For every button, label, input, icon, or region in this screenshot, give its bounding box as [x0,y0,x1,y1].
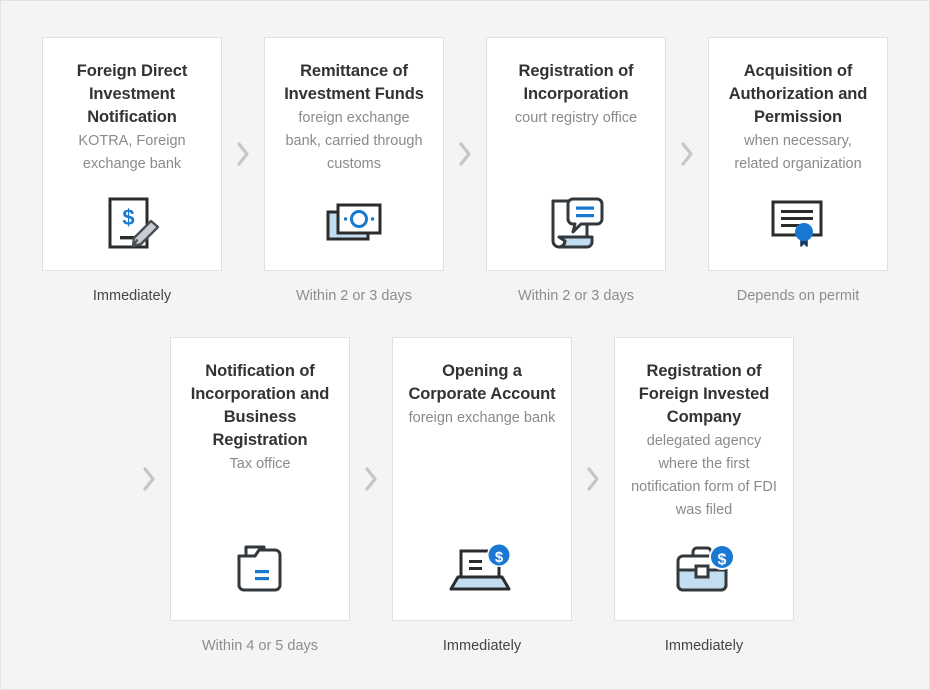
step-icon-wrap [265,194,443,256]
diagram-canvas: Foreign Direct Investment Notification K… [0,0,930,690]
step-icon-wrap: $ [393,540,571,602]
step-duration-caption: Immediately [665,637,743,655]
process-step-acquisition-of-authorization-and-permission[interactable]: Acquisition of Authorization and Permiss… [707,37,889,305]
process-step-notification-of-incorporation-and-business-registration[interactable]: Notification of Incorporation and Busine… [169,337,351,655]
step-subtitle: when necessary, related organization [721,130,875,176]
step-icon-wrap [171,540,349,602]
step-icon-wrap: $ [43,194,221,256]
process-step-remittance-of-investment-funds[interactable]: Remittance of Investment Funds foreign e… [263,37,445,305]
step-card[interactable]: Registration of Incorporation court regi… [486,37,666,271]
process-row-2: Notification of Incorporation and Busine… [129,337,795,655]
step-subtitle: foreign exchange bank [407,407,558,430]
briefcase-dollar-badge-icon: $ [671,540,737,603]
step-card[interactable]: Acquisition of Authorization and Permiss… [708,37,888,271]
svg-text:$: $ [495,549,504,566]
step-title: Opening a Corporate Account [405,360,559,406]
chevron-right-icon [445,37,485,271]
step-card[interactable]: Remittance of Investment Funds foreign e… [264,37,444,271]
chevron-right-icon [573,337,613,621]
process-step-opening-a-corporate-account[interactable]: Opening a Corporate Account foreign exch… [391,337,573,655]
step-card[interactable]: Notification of Incorporation and Busine… [170,337,350,621]
banknotes-icon [323,198,385,253]
process-step-registration-of-incorporation[interactable]: Registration of Incorporation court regi… [485,37,667,305]
process-step-foreign-direct-investment-notification[interactable]: Foreign Direct Investment Notification K… [41,37,223,305]
chevron-right-icon [667,37,707,271]
step-duration-caption: Within 4 or 5 days [202,637,318,655]
step-title: Acquisition of Authorization and Permiss… [721,60,875,129]
step-subtitle: KOTRA, Foreign exchange bank [55,130,209,176]
step-card[interactable]: Foreign Direct Investment Notification K… [42,37,222,271]
step-icon-wrap: $ [615,540,793,602]
laptop-dollar-badge-icon: $ [449,541,515,602]
step-subtitle: court registry office [513,107,639,130]
step-duration-caption: Immediately [93,287,171,305]
step-title: Registration of Incorporation [499,60,653,106]
folder-document-icon [233,540,287,603]
process-row-1: Foreign Direct Investment Notification K… [41,37,889,305]
scroll-speech-bubble-icon [547,195,605,256]
svg-text:$: $ [718,551,727,568]
step-title: Notification of Incorporation and Busine… [183,360,337,452]
step-duration-caption: Immediately [443,637,521,655]
step-duration-caption: Depends on permit [737,287,860,305]
certificate-seal-icon [767,196,829,255]
process-step-registration-of-foreign-invested-company[interactable]: Registration of Foreign Invested Company… [613,337,795,655]
step-card[interactable]: Registration of Foreign Invested Company… [614,337,794,621]
chevron-right-icon [223,37,263,271]
step-subtitle: delegated agency where the first notific… [627,430,781,522]
step-title: Remittance of Investment Funds [277,60,431,106]
step-icon-wrap [487,194,665,256]
step-title: Foreign Direct Investment Notification [55,60,209,129]
svg-text:$: $ [122,205,134,230]
step-subtitle: foreign exchange bank, carried through c… [277,107,431,176]
chevron-right-icon [351,337,391,621]
step-duration-caption: Within 2 or 3 days [518,287,634,305]
document-dollar-signature-icon: $ [101,194,163,257]
step-title: Registration of Foreign Invested Company [627,360,781,429]
step-subtitle: Tax office [228,453,293,476]
step-card[interactable]: Opening a Corporate Account foreign exch… [392,337,572,621]
step-duration-caption: Within 2 or 3 days [296,287,412,305]
step-icon-wrap [709,194,887,256]
chevron-right-icon [129,337,169,621]
